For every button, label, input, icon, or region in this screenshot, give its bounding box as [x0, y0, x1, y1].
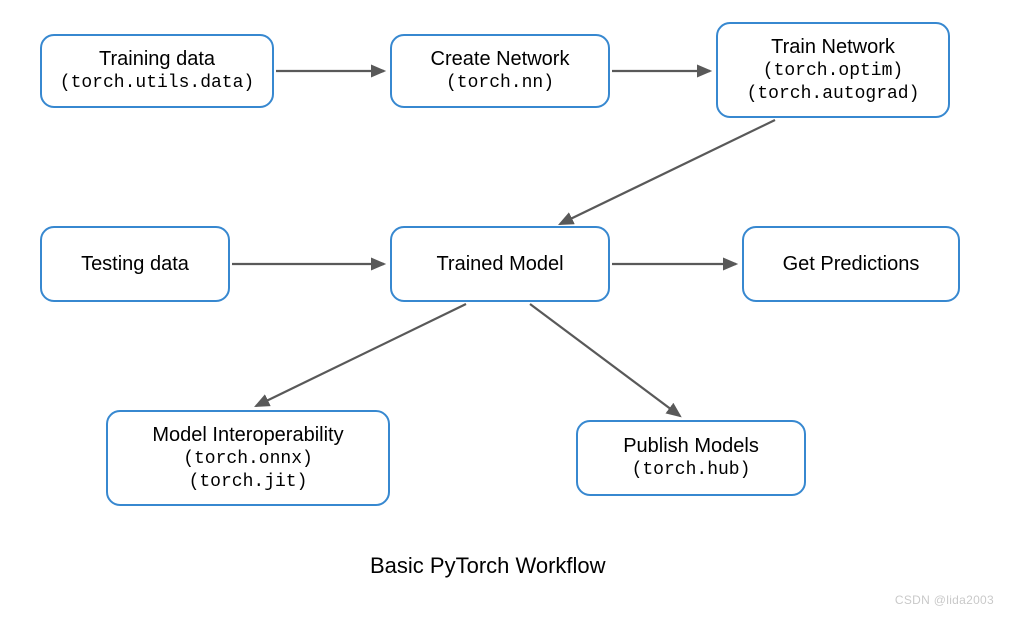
edge-model-to-interop: [256, 304, 466, 406]
edge-train-to-model: [560, 120, 775, 224]
node-sub-2: (torch.autograd): [747, 83, 920, 106]
node-trained-model: Trained Model: [390, 226, 610, 302]
node-testing-data: Testing data: [40, 226, 230, 302]
node-sub-1: (torch.hub): [632, 459, 751, 482]
node-sub-1: (torch.onnx): [183, 448, 313, 471]
diagram-caption: Basic PyTorch Workflow: [370, 553, 606, 579]
node-sub-1: (torch.utils.data): [60, 72, 254, 95]
node-train-network: Train Network (torch.optim) (torch.autog…: [716, 22, 950, 118]
node-training-data: Training data (torch.utils.data): [40, 34, 274, 108]
node-title: Model Interoperability: [152, 423, 343, 448]
node-model-interop: Model Interoperability (torch.onnx) (tor…: [106, 410, 390, 506]
node-title: Trained Model: [436, 252, 563, 277]
node-sub-1: (torch.optim): [763, 60, 903, 83]
node-title: Get Predictions: [783, 252, 920, 277]
edge-model-to-publish: [530, 304, 680, 416]
node-title: Training data: [99, 47, 215, 72]
node-get-predictions: Get Predictions: [742, 226, 960, 302]
node-title: Testing data: [81, 252, 189, 277]
node-publish-models: Publish Models (torch.hub): [576, 420, 806, 496]
node-sub-1: (torch.nn): [446, 72, 554, 95]
node-title: Train Network: [771, 35, 895, 60]
watermark-text: CSDN @lida2003: [895, 593, 994, 607]
node-title: Publish Models: [623, 434, 759, 459]
node-create-network: Create Network (torch.nn): [390, 34, 610, 108]
node-sub-2: (torch.jit): [189, 471, 308, 494]
node-title: Create Network: [431, 47, 570, 72]
